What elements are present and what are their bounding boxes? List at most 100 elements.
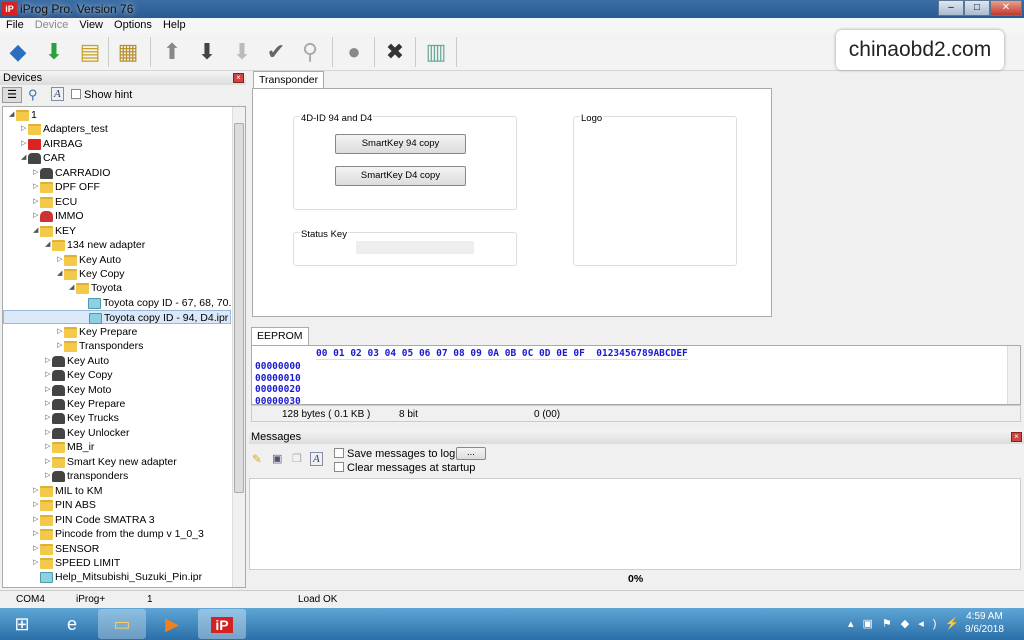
tree-item[interactable]: ▷ Key Copy [3,368,231,382]
tree-item[interactable]: ▷ Key Unlocker [3,426,231,440]
new-file-icon[interactable]: ▤ [76,38,104,66]
close-panel-icon[interactable]: × [1011,432,1022,442]
clear-startup-checkbox[interactable]: Clear messages at startup [334,462,475,474]
tree-item[interactable]: ▷ MIL to KM [3,484,231,498]
tree-item[interactable]: Toyota copy ID - 94, D4.ipr [3,310,231,325]
menu-help[interactable]: Help [157,18,191,31]
tree-item[interactable]: ▷ SENSOR [3,542,231,556]
watermark: chinaobd2.com [836,30,1004,70]
window-title: iProg Pro. Version 76 [20,2,134,16]
tree-item-label: Smart Key new adapter [67,455,177,468]
open-icon[interactable]: ◆ [4,38,32,66]
tree-item-label: DPF OFF [55,181,100,194]
tree-item[interactable]: ▷ PIN Code SMATRA 3 [3,513,231,527]
car-icon [52,399,65,410]
tree-item[interactable]: ▷ AIRBAG [3,137,231,151]
tree-item[interactable]: ▷ Smart Key new adapter [3,455,231,469]
tab-transponder[interactable]: Transponder [253,71,325,89]
tree-item[interactable]: ▷ Pincode from the dump v 1_0_3 [3,527,231,541]
tree-item[interactable]: ▷ ECU [3,195,231,209]
eeprom-bits: 8 bit [399,409,418,420]
tree-item[interactable]: ◢ 1 [3,108,231,122]
tree-item[interactable]: ▷ SPEED LIMIT [3,556,231,570]
file-icon [88,297,101,309]
hex-scrollbar[interactable] [1007,346,1020,404]
close-x-icon[interactable]: ✖ [381,38,409,66]
download-icon[interactable]: ⬇ [40,38,68,66]
arrow-down-disabled-icon[interactable]: ⬇ [228,38,256,66]
car-icon [52,355,65,367]
tree-item[interactable]: ▷ Key Auto [3,253,231,267]
tree-item[interactable]: ▷ PIN ABS [3,498,231,512]
tree-item-label: Key Moto [67,383,112,396]
tree-item[interactable]: ◢ Key Copy [3,267,231,281]
tree-item-label: Toyota copy ID - 94, D4.ipr [104,312,229,325]
tree-item[interactable]: ▷ DASHBOARD [3,585,231,587]
maximize-button[interactable]: □ [964,0,990,16]
smartkey-94-copy-button[interactable]: SmartKey 94 copy [335,134,466,154]
group-4d-id: 4D-ID 94 and D4 SmartKey 94 copy SmartKe… [293,113,517,210]
group-status-key: Status Key [293,229,517,266]
tree-item[interactable]: ▷ Adapters_test [3,122,231,136]
hex-status-bar: 128 bytes ( 0.1 KB ) 8 bit 0 (00) [251,405,1021,422]
menu-options[interactable]: Options [108,18,157,31]
tree-item[interactable]: ▷ Key Prepare [3,397,231,411]
arrow-up-icon[interactable]: ⬆ [158,38,186,66]
tree-item[interactable]: ▷ Transponders [3,339,231,353]
ie-icon[interactable]: e [48,609,96,639]
browse-button[interactable]: ... [456,447,486,460]
smartkey-d4-copy-button[interactable]: SmartKey D4 copy [335,166,466,186]
tree-scrollbar[interactable] [232,107,245,587]
tree-item[interactable]: ▷ transponders [3,469,231,483]
show-hint-checkbox[interactable]: Show hint [71,89,132,101]
expand-icon[interactable]: ▷ [21,585,29,587]
broom-icon[interactable]: ⚲ [296,38,324,66]
devices-toolbar: ☰ ⚲ A Show hint [0,86,246,104]
start-button[interactable]: ⊞ [0,609,44,639]
arrow-down-icon[interactable]: ⬇ [193,38,221,66]
tree-item[interactable]: ▷ Key Trucks [3,411,231,425]
tree-item[interactable]: ▷ CARRADIO [3,166,231,180]
clock[interactable]: 4:59 AM 9/6/2018 [965,611,1004,635]
font-icon[interactable]: A [310,452,323,466]
menu-device[interactable]: Device [29,18,74,31]
hex-editor[interactable]: 00 01 02 03 04 05 06 07 08 09 0A 0B 0C 0… [251,345,1021,405]
tree-item[interactable]: ▷ Key Prepare [3,325,231,339]
minimize-button[interactable]: – [938,0,964,16]
tree-item[interactable]: ▷ DPF OFF [3,180,231,194]
search-icon[interactable]: ⚲ [28,87,38,103]
scrollbar-thumb[interactable] [234,123,244,493]
tab-eeprom[interactable]: EEPROM [251,327,309,345]
tree-item[interactable]: ▷ Key Auto [3,354,231,368]
folder-icon [40,529,53,541]
tree-item[interactable]: ▷ MB_ir [3,440,231,454]
close-panel-icon[interactable]: × [233,73,244,83]
save-icon[interactable]: ▣ [272,452,282,465]
explorer-icon[interactable]: ▭ [98,609,146,639]
info-icon[interactable]: ● [340,38,368,66]
media-player-icon[interactable]: ▶ [148,609,196,639]
calculator-icon[interactable]: ▥ [422,38,450,66]
copy-icon[interactable]: ❐ [292,452,302,465]
menu-file[interactable]: File [0,18,29,31]
close-button[interactable]: ✕ [990,0,1022,16]
messages-log[interactable] [249,478,1021,570]
tree-item[interactable]: ◢ 134 new adapter [3,238,231,252]
tree-item[interactable]: ◢ Toyota [3,281,231,295]
menu-view[interactable]: View [73,18,108,31]
broom-icon[interactable]: ✎ [252,452,262,466]
tray-icons[interactable]: ▴▣⚑◆◂)⚡ [848,617,968,630]
tree-item[interactable]: ◢ CAR [3,151,231,165]
tree-view-icon[interactable]: ☰ [2,87,22,103]
chip-icon[interactable]: ▦ [114,38,142,66]
tree-item[interactable]: ▷ IMMO [3,209,231,223]
lock-icon [40,211,53,223]
tree-item[interactable]: Help_Mitsubishi_Suzuki_Pin.ipr [3,570,231,584]
font-icon[interactable]: A [51,87,64,101]
tree-item[interactable]: ▷ Key Moto [3,383,231,397]
save-log-checkbox[interactable]: Save messages to log file [334,448,472,460]
check-icon[interactable]: ✔ [262,38,290,66]
tree-item[interactable]: ◢ KEY [3,224,231,238]
tree-item[interactable]: Toyota copy ID - 67, 68, 70.ipr [3,296,243,310]
iprog-taskbar-icon[interactable]: iP [198,609,246,639]
